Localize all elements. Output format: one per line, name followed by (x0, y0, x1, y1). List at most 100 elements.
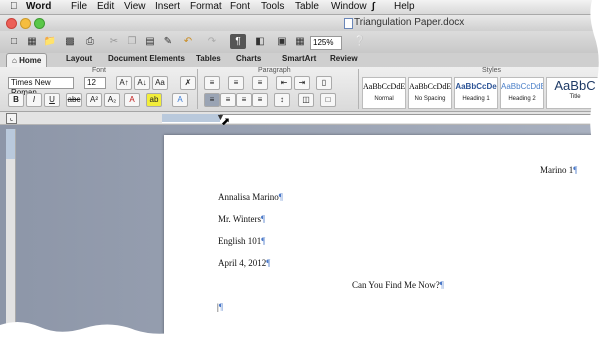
cut-icon[interactable]: ✂ (106, 34, 122, 49)
style-heading-2[interactable]: AaBbCcDdEe Heading 2 (500, 77, 544, 109)
paragraph-mark: ¶ (278, 192, 283, 202)
menu-bar:  Word File Edit View Insert Format Font… (0, 0, 604, 15)
tab-home-label: Home (19, 56, 42, 65)
justify-button[interactable]: ≡ (252, 93, 268, 107)
help-icon[interactable]: ❔ (352, 34, 368, 49)
tab-tables[interactable]: Tables (196, 54, 221, 63)
tab-selector-icon[interactable]: ⌞ (6, 113, 17, 124)
new-document-icon[interactable]: □ (6, 34, 22, 49)
change-case-icon[interactable]: Aa (152, 76, 168, 90)
style-heading-1[interactable]: AaBbCcDe Heading 1 (454, 77, 498, 109)
menu-table[interactable]: Table (295, 1, 319, 12)
ruler-left-margin (162, 114, 220, 122)
tab-document-elements[interactable]: Document Elements (108, 54, 185, 63)
highlight-icon[interactable]: ab (146, 93, 162, 107)
line-student-name[interactable]: Annalisa Marino¶ (218, 192, 283, 202)
italic-button[interactable]: I (26, 93, 42, 107)
tab-layout[interactable]: Layout (66, 54, 92, 63)
sidebar-icon[interactable]: ◧ (252, 34, 268, 49)
menu-format[interactable]: Format (190, 1, 222, 12)
line-text: April 4, 2012 (218, 258, 267, 268)
vertical-ruler-margin (6, 129, 15, 159)
text-direction-icon[interactable]: ▯ (316, 76, 332, 90)
bullets-icon[interactable]: ≡ (204, 76, 220, 90)
zoom-window-button[interactable] (34, 18, 45, 29)
zoom-field[interactable]: 125% (310, 36, 342, 50)
font-size-dropdown[interactable]: 12 (84, 77, 106, 89)
clear-formatting-icon[interactable]: ✗ (180, 76, 196, 90)
align-center-button[interactable]: ≡ (220, 93, 236, 107)
menu-file[interactable]: File (71, 1, 87, 12)
show-formatting-marks-icon[interactable]: ¶ (230, 34, 246, 49)
style-no-spacing[interactable]: AaBbCcDdE No Spacing (408, 77, 452, 109)
line-course[interactable]: English 101¶ (218, 236, 265, 246)
view-icon[interactable]: ▦ (292, 34, 308, 49)
style-normal[interactable]: AaBbCcDdE Normal (362, 77, 406, 109)
close-window-button[interactable] (6, 18, 17, 29)
menu-view[interactable]: View (124, 1, 146, 12)
print-icon[interactable]: ⎙ (82, 34, 98, 49)
align-left-button[interactable]: ≡ (204, 93, 220, 107)
style-title[interactable]: AaBbC Title (546, 77, 604, 109)
strikethrough-button[interactable]: abc (66, 93, 82, 107)
menu-insert[interactable]: Insert (155, 1, 180, 12)
multilevel-list-icon[interactable]: ≡ (252, 76, 268, 90)
bold-button[interactable]: B (8, 93, 24, 107)
minimize-window-button[interactable] (20, 18, 31, 29)
horizontal-ruler[interactable]: ⌞ ▼ ⬈ (0, 112, 604, 128)
copy-icon[interactable]: ❐ (124, 34, 140, 49)
menu-font[interactable]: Font (230, 1, 250, 12)
format-painter-icon[interactable]: ✎ (160, 34, 176, 49)
tab-home[interactable]: ⌂ Home (6, 53, 48, 68)
shrink-font-icon[interactable]: A↓ (134, 76, 150, 90)
increase-indent-icon[interactable]: ⇥ (294, 76, 310, 90)
save-icon[interactable]: ▩ (62, 34, 78, 49)
superscript-button[interactable]: A² (86, 93, 102, 107)
menu-help[interactable]: Help (394, 1, 415, 12)
shading-icon[interactable]: ◫ (298, 93, 314, 107)
menu-tools[interactable]: Tools (261, 1, 284, 12)
grow-font-icon[interactable]: A↑ (116, 76, 132, 90)
align-right-button[interactable]: ≡ (236, 93, 252, 107)
style-sample: AaBbCcDe (455, 82, 497, 91)
line-spacing-icon[interactable]: ↕ (274, 93, 290, 107)
document-page[interactable]: Marino 1¶ Annalisa Marino¶ Mr. Winters¶ … (164, 135, 604, 353)
line-text: Annalisa Marino (218, 192, 279, 202)
script-menu-icon[interactable]: ∫ (372, 1, 375, 12)
word-window:  Word File Edit View Insert Format Font… (0, 0, 604, 353)
menu-window[interactable]: Window (331, 1, 367, 12)
paste-icon[interactable]: ▤ (142, 34, 158, 49)
vertical-ruler[interactable] (6, 129, 16, 353)
line-instructor[interactable]: Mr. Winters¶ (218, 214, 265, 224)
insertion-point[interactable]: |¶ (217, 302, 223, 312)
style-sample: AaBbC (554, 78, 596, 93)
tab-smartart[interactable]: SmartArt (282, 54, 316, 63)
templates-icon[interactable]: ▦ (24, 34, 40, 49)
menu-app-word[interactable]: Word (26, 1, 51, 12)
title-bar: Triangulation Paper.docx (0, 15, 604, 31)
paragraph-mark: ¶ (261, 236, 266, 246)
borders-icon[interactable]: □ (320, 93, 336, 107)
tab-review[interactable]: Review (330, 54, 358, 63)
tab-charts[interactable]: Charts (236, 54, 261, 63)
font-name-dropdown[interactable]: Times New Roman (8, 77, 74, 97)
apple-menu-icon[interactable]:  (10, 1, 18, 12)
subscript-button[interactable]: A₂ (104, 93, 120, 107)
font-color-icon[interactable]: A (124, 93, 140, 107)
redo-icon[interactable]: ↷ (204, 34, 220, 49)
text-effects-icon[interactable]: A (172, 93, 188, 107)
media-browser-icon[interactable]: ▣ (274, 34, 290, 49)
decrease-indent-icon[interactable]: ⇤ (276, 76, 292, 90)
ribbon-separator (197, 69, 198, 109)
ribbon-separator (358, 69, 359, 109)
numbering-icon[interactable]: ≡ (228, 76, 244, 90)
page-header[interactable]: Marino 1¶ (540, 165, 577, 175)
underline-button[interactable]: U (44, 93, 60, 107)
style-sample: AaBbCcDdE (409, 82, 451, 91)
undo-icon[interactable]: ↶ (180, 34, 196, 49)
group-paragraph-label: Paragraph (258, 67, 291, 74)
paper-title[interactable]: Can You Find Me Now?¶ (352, 280, 444, 290)
line-date[interactable]: April 4, 2012¶ (218, 258, 270, 268)
open-folder-icon[interactable]: 📁 (42, 34, 58, 49)
menu-edit[interactable]: Edit (97, 1, 114, 12)
